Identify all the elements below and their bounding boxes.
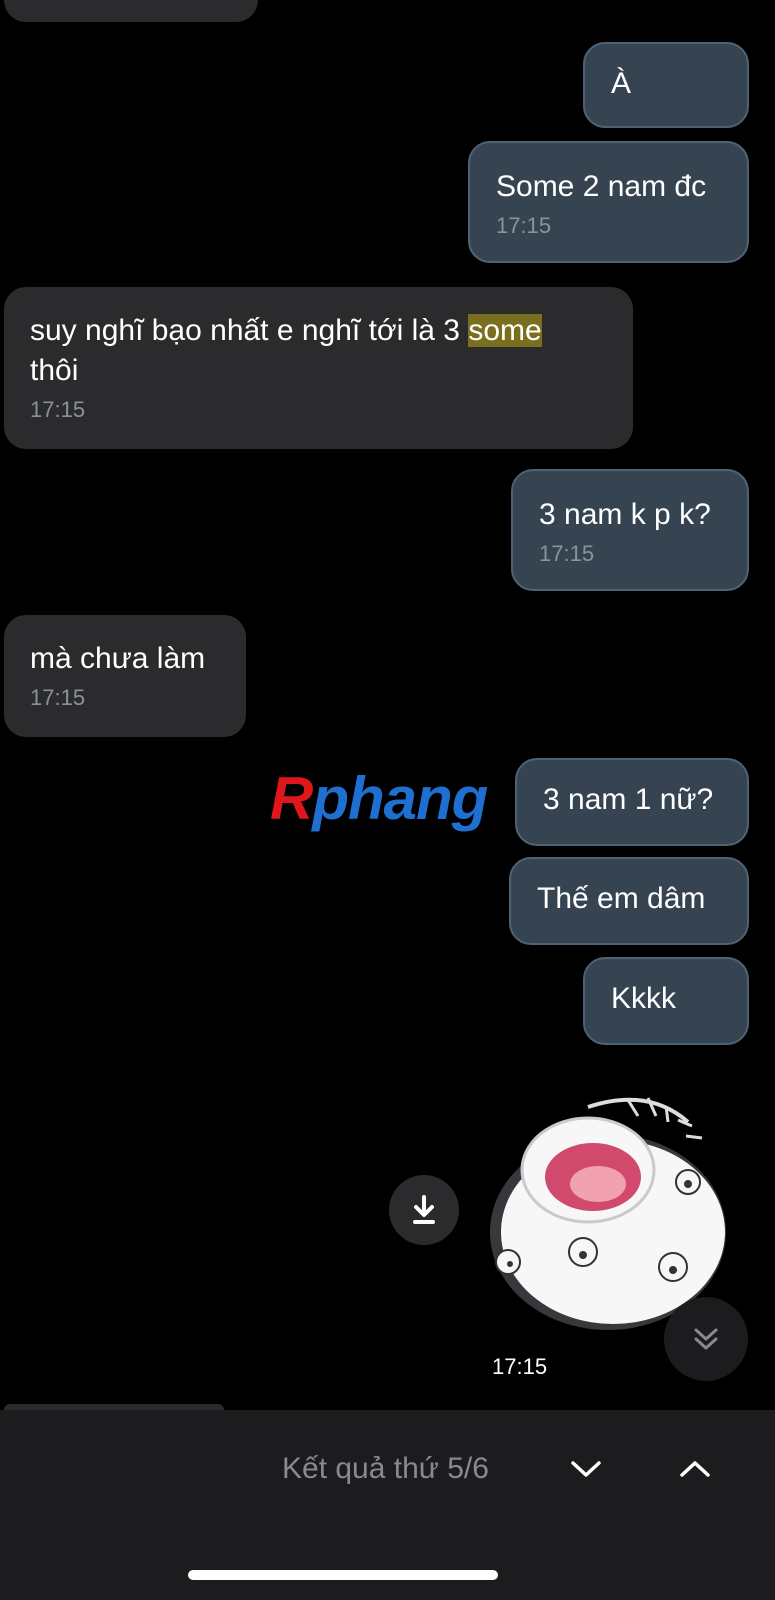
double-chevron-down-icon xyxy=(694,1328,718,1350)
sticker-time: 17:15 xyxy=(486,1352,554,1382)
outgoing-message[interactable]: Kkkk xyxy=(583,957,749,1045)
outgoing-message[interactable]: À xyxy=(583,42,749,128)
chevron-up-icon xyxy=(680,1461,710,1477)
message-text: suy nghĩ bạo nhất e nghĩ tới là 3 some t… xyxy=(30,314,542,387)
outgoing-message[interactable]: Some 2 nam đc 17:15 xyxy=(468,141,749,263)
previous-message-bubble xyxy=(4,0,258,22)
message-text: 3 nam 1 nữ? xyxy=(543,783,714,816)
message-text: Kkkk xyxy=(611,982,677,1015)
previous-result-button[interactable] xyxy=(667,1446,723,1492)
message-text: 3 nam k p k? xyxy=(539,498,711,531)
scroll-to-bottom-button[interactable] xyxy=(664,1297,748,1381)
outgoing-message[interactable]: 3 nam 1 nữ? xyxy=(515,758,749,846)
message-time: 17:15 xyxy=(30,397,86,422)
watermark-logo: Rphang xyxy=(270,765,488,832)
incoming-message[interactable]: suy nghĩ bạo nhất e nghĩ tới là 3 some t… xyxy=(4,287,633,449)
message-text: Some 2 nam đc xyxy=(496,170,707,203)
next-result-button[interactable] xyxy=(558,1446,614,1492)
home-indicator[interactable] xyxy=(188,1570,498,1580)
chevron-down-icon xyxy=(571,1461,601,1477)
incoming-message[interactable]: mà chưa làm 17:15 xyxy=(4,615,246,737)
search-highlight: some xyxy=(468,314,542,347)
download-button[interactable] xyxy=(389,1175,459,1245)
message-text: Thế em dâm xyxy=(537,882,706,915)
message-text: À xyxy=(611,67,632,100)
message-time: 17:15 xyxy=(496,213,552,238)
message-time: 17:15 xyxy=(539,541,595,566)
message-text: mà chưa làm xyxy=(30,642,206,675)
message-time: 17:15 xyxy=(30,685,86,710)
download-icon xyxy=(413,1195,435,1224)
search-result-counter: Kết quả thứ 5/6 xyxy=(282,1452,489,1485)
outgoing-message[interactable]: 3 nam k p k? 17:15 xyxy=(511,469,749,591)
outgoing-message[interactable]: Thế em dâm xyxy=(509,857,749,945)
